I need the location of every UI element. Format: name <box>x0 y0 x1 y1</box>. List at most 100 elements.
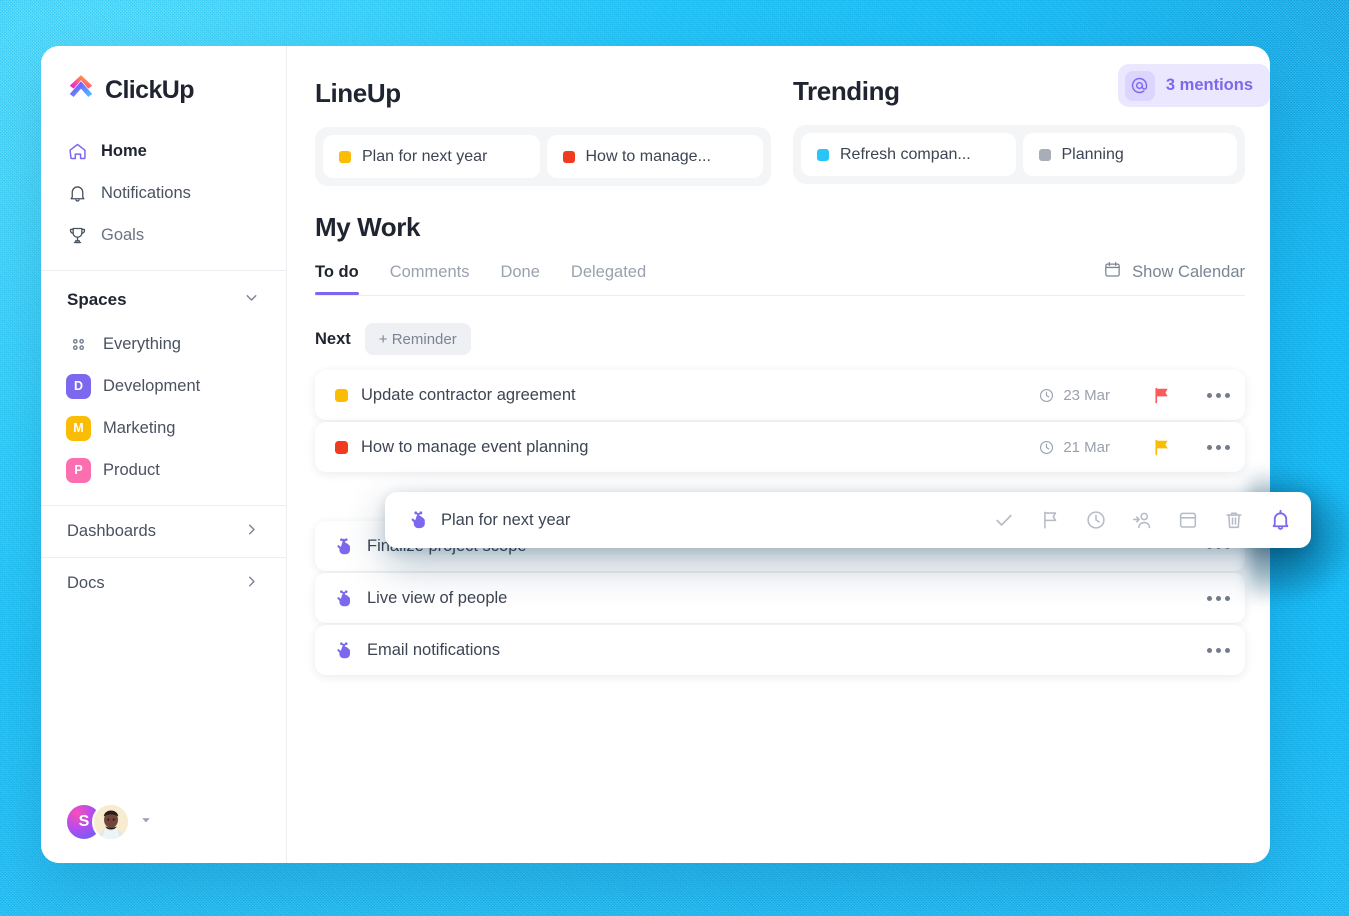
task-title: Update contractor agreement <box>361 385 576 404</box>
trending-chip[interactable]: Refresh compan... <box>801 133 1016 176</box>
sidebar: ClickUp Home Notifications Goals Spaces … <box>41 46 287 863</box>
task-title: How to manage event planning <box>361 437 589 456</box>
sidebar-item-everything[interactable]: Everything <box>53 323 274 365</box>
tab-bar: To do Comments Done Delegated Show Calen… <box>315 260 1270 295</box>
tab-todo[interactable]: To do <box>315 263 359 295</box>
task-due-text: 21 Mar <box>1063 438 1110 456</box>
show-calendar-button[interactable]: Show Calendar <box>1103 260 1245 284</box>
status-dot <box>335 388 348 402</box>
status-dot <box>817 148 829 161</box>
main-content: LineUp Plan for next year How to manage.… <box>287 46 1270 863</box>
reminder-hand-icon <box>407 509 429 531</box>
lineup-chip-label: Plan for next year <box>362 147 488 165</box>
check-icon[interactable] <box>991 507 1017 533</box>
avatar[interactable] <box>92 803 130 841</box>
status-dot <box>1038 148 1051 161</box>
row-more-menu[interactable] <box>1207 392 1230 398</box>
trending-chip-label: Refresh compan... <box>840 145 971 163</box>
sidebar-item-notifications[interactable]: Notifications <box>53 172 274 214</box>
floating-reminder-card[interactable]: Plan for next year <box>385 492 1311 548</box>
lineup-chip[interactable]: Plan for next year <box>323 135 540 178</box>
app-logo-text: ClickUp <box>105 76 194 104</box>
tab-done[interactable]: Done <box>500 263 539 295</box>
sidebar-item-marketing[interactable]: M Marketing <box>53 407 274 449</box>
next-label: Next <box>315 329 351 348</box>
status-dot <box>339 150 351 163</box>
flag-icon[interactable] <box>1037 507 1063 533</box>
sidebar-item-goals[interactable]: Goals <box>53 214 274 256</box>
table-row[interactable]: How to manage event planning 21 Mar <box>315 422 1245 472</box>
task-list-next: Update contractor agreement 23 Mar How t… <box>315 370 1245 472</box>
sidebar-item-product[interactable]: P Product <box>53 449 274 491</box>
mentions-badge-label: 3 mentions <box>1165 76 1253 94</box>
assign-user-icon[interactable] <box>1129 507 1155 533</box>
chevron-right-icon[interactable] <box>243 573 260 595</box>
mentions-badge[interactable]: 3 mentions <box>1117 64 1270 107</box>
row-more-menu[interactable] <box>1207 595 1230 601</box>
task-due-date[interactable]: 21 Mar <box>1038 439 1110 456</box>
sidebar-sections: Dashboards Docs <box>41 505 286 609</box>
sidebar-item-notifications-label: Notifications <box>101 183 191 202</box>
priority-flag-icon[interactable] <box>1152 386 1171 405</box>
sidebar-item-dashboards-label: Dashboards <box>67 522 156 540</box>
space-badge-development: D <box>66 373 91 399</box>
sidebar-nav: Home Notifications Goals <box>41 130 286 256</box>
row-more-menu[interactable] <box>1207 647 1230 653</box>
tab-comments[interactable]: Comments <box>390 263 470 295</box>
next-row: Next + Reminder <box>315 323 1270 355</box>
list-item[interactable]: Live view of people <box>315 573 1245 623</box>
sidebar-item-everything-label: Everything <box>103 334 181 353</box>
task-title: Live view of people <box>367 588 508 607</box>
trending-chip-label: Planning <box>1061 145 1124 163</box>
lineup-chip-label: How to manage... <box>585 147 711 165</box>
user-avatars[interactable]: S <box>65 803 153 841</box>
sidebar-item-product-label: Product <box>103 460 160 479</box>
task-due-date[interactable]: 23 Mar <box>1038 387 1110 404</box>
task-due-text: 23 Mar <box>1063 386 1110 404</box>
trash-icon[interactable] <box>1221 507 1247 533</box>
clock-icon <box>1040 388 1054 402</box>
chevron-right-icon[interactable] <box>243 521 260 543</box>
sidebar-item-dashboards[interactable]: Dashboards <box>41 505 286 557</box>
table-row[interactable]: Update contractor agreement 23 Mar <box>315 370 1245 420</box>
sidebar-item-marketing-label: Marketing <box>103 418 176 437</box>
app-logo[interactable]: ClickUp <box>41 46 286 108</box>
app-window: ClickUp Home Notifications Goals Spaces … <box>41 46 1270 863</box>
lineup-chip[interactable]: How to manage... <box>546 135 763 178</box>
bell-icon <box>66 182 88 204</box>
trending-chip[interactable]: Planning <box>1022 133 1237 176</box>
bell-icon[interactable] <box>1267 507 1293 533</box>
floating-card-actions <box>991 507 1293 533</box>
grid-dots-icon <box>66 332 91 357</box>
sidebar-item-home[interactable]: Home <box>53 130 274 172</box>
sidebar-item-development[interactable]: D Development <box>53 365 274 407</box>
spaces-list: Everything D Development M Marketing P P… <box>41 317 286 491</box>
add-reminder-button[interactable]: + Reminder <box>364 323 471 355</box>
home-icon <box>66 140 88 162</box>
row-more-menu[interactable] <box>1207 444 1230 450</box>
spaces-title: Spaces <box>67 290 127 309</box>
calendar-icon <box>1103 260 1122 284</box>
trending-section: Trending 3 mentions Refresh compan... Pl… <box>793 64 1270 186</box>
chevron-down-icon[interactable] <box>243 289 260 311</box>
sidebar-item-development-label: Development <box>103 376 201 395</box>
spaces-header[interactable]: Spaces <box>41 271 286 317</box>
avatar-dropdown-chevron-icon[interactable] <box>139 813 153 832</box>
calendar-icon[interactable] <box>1175 507 1201 533</box>
clock-icon[interactable] <box>1083 507 1109 533</box>
task-title: Email notifications <box>367 640 500 659</box>
space-badge-product: P <box>66 457 91 483</box>
at-icon <box>1124 70 1155 101</box>
reminder-hand-icon <box>333 640 355 661</box>
list-item[interactable]: Email notifications <box>315 625 1245 675</box>
priority-flag-icon[interactable] <box>1152 438 1171 457</box>
top-sections: LineUp Plan for next year How to manage.… <box>315 46 1270 186</box>
clickup-logo-icon <box>66 73 96 108</box>
trending-chip-tray: Refresh compan... Planning <box>793 125 1245 184</box>
tab-delegated[interactable]: Delegated <box>571 263 646 295</box>
sidebar-item-docs-label: Docs <box>67 574 105 592</box>
sidebar-item-docs[interactable]: Docs <box>41 557 286 609</box>
show-calendar-label: Show Calendar <box>1132 262 1245 281</box>
status-dot <box>562 150 575 163</box>
sidebar-item-home-label: Home <box>101 141 147 160</box>
